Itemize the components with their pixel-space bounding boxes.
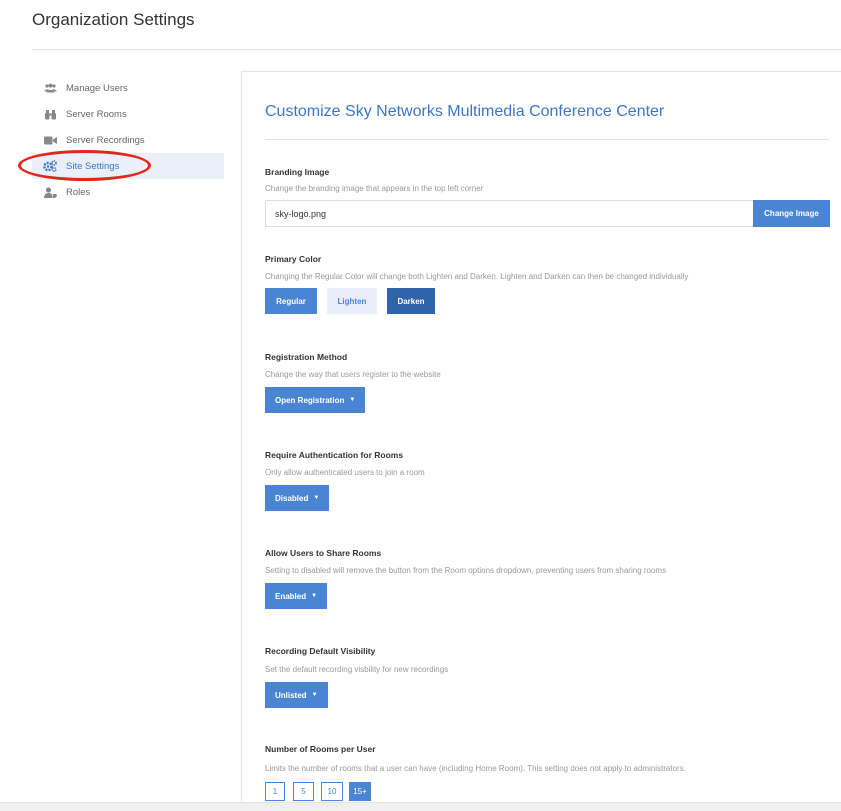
sidebar-item-manage-users[interactable]: Manage Users [32, 75, 224, 101]
page-title: Organization Settings [32, 10, 195, 29]
cogs-icon [43, 160, 57, 172]
title-divider [32, 49, 841, 50]
sidebar-item-label: Server Recordings [66, 134, 145, 146]
panel-title-divider [265, 139, 829, 140]
sidebar-item-label: Roles [66, 186, 91, 198]
require-auth-label: Require Authentication for Rooms [265, 450, 404, 460]
branding-image-label: Branding Image [265, 167, 330, 177]
rooms-per-user-label: Number of Rooms per User [265, 744, 376, 754]
users-icon [43, 82, 57, 94]
share-rooms-description: Setting to disabled will remove the butt… [265, 566, 667, 575]
recording-visibility-label: Recording Default Visibility [265, 646, 376, 656]
video-camera-icon [43, 134, 57, 146]
recording-visibility-description: Set the default recording visbility for … [265, 665, 449, 674]
sidebar-item-roles[interactable]: Roles [32, 179, 224, 205]
sidebar-item-label: Manage Users [66, 82, 128, 94]
rooms-per-user-description: Limits the number of rooms that a user c… [265, 764, 686, 773]
registration-method-dropdown[interactable]: Open Registration ▼ [265, 387, 366, 413]
registration-method-label: Registration Method [265, 352, 348, 362]
sidebar-item-server-recordings[interactable]: Server Recordings [32, 127, 224, 153]
require-auth-description: Only allow authenticated users to join a… [265, 468, 425, 477]
branding-image-field[interactable]: sky-logo.png [265, 200, 753, 227]
rooms-option-5[interactable]: 5 [293, 782, 314, 801]
bottom-scrollbar[interactable] [0, 802, 841, 811]
sidebar: Manage Users Server Rooms Server Recordi… [32, 75, 224, 205]
sidebar-item-label: Server Rooms [66, 108, 127, 120]
share-rooms-label: Allow Users to Share Rooms [265, 548, 382, 558]
sidebar-item-server-rooms[interactable]: Server Rooms [32, 101, 224, 127]
panel-title: Customize Sky Networks Multimedia Confer… [265, 103, 665, 120]
recording-visibility-dropdown[interactable]: Unlisted ▼ [265, 682, 328, 708]
user-tag-icon [43, 186, 57, 198]
registration-method-description: Change the way that users register to th… [265, 370, 441, 379]
change-image-button[interactable]: Change Image [753, 200, 830, 227]
site-settings-panel: Customize Sky Networks Multimedia Confer… [241, 71, 841, 811]
rooms-option-15-plus[interactable]: 15+ [349, 782, 371, 801]
caret-down-icon: ▼ [311, 692, 318, 698]
darken-color-button[interactable]: Darken [387, 288, 435, 314]
sidebar-item-site-settings[interactable]: Site Settings [32, 153, 224, 179]
rooms-option-10[interactable]: 10 [321, 782, 343, 801]
caret-down-icon: ▼ [311, 593, 318, 599]
primary-color-label: Primary Color [265, 254, 322, 264]
dropdown-value: Enabled [275, 591, 307, 601]
require-auth-dropdown[interactable]: Disabled ▼ [265, 485, 330, 511]
dropdown-value: Open Registration [275, 395, 345, 405]
sidebar-item-label: Site Settings [66, 160, 120, 172]
branding-image-filename: sky-logo.png [275, 208, 327, 219]
caret-down-icon: ▼ [349, 397, 356, 403]
branding-image-description: Change the branding image that appears i… [265, 184, 484, 193]
dropdown-value: Unlisted [275, 690, 307, 700]
binoculars-icon [43, 108, 57, 120]
regular-color-button[interactable]: Regular [265, 288, 317, 314]
caret-down-icon: ▼ [313, 495, 320, 501]
primary-color-description: Changing the Regular Color will change b… [265, 272, 689, 281]
share-rooms-dropdown[interactable]: Enabled ▼ [265, 583, 328, 609]
dropdown-value: Disabled [275, 493, 309, 503]
rooms-option-1[interactable]: 1 [265, 782, 285, 801]
lighten-color-button[interactable]: Lighten [327, 288, 377, 314]
